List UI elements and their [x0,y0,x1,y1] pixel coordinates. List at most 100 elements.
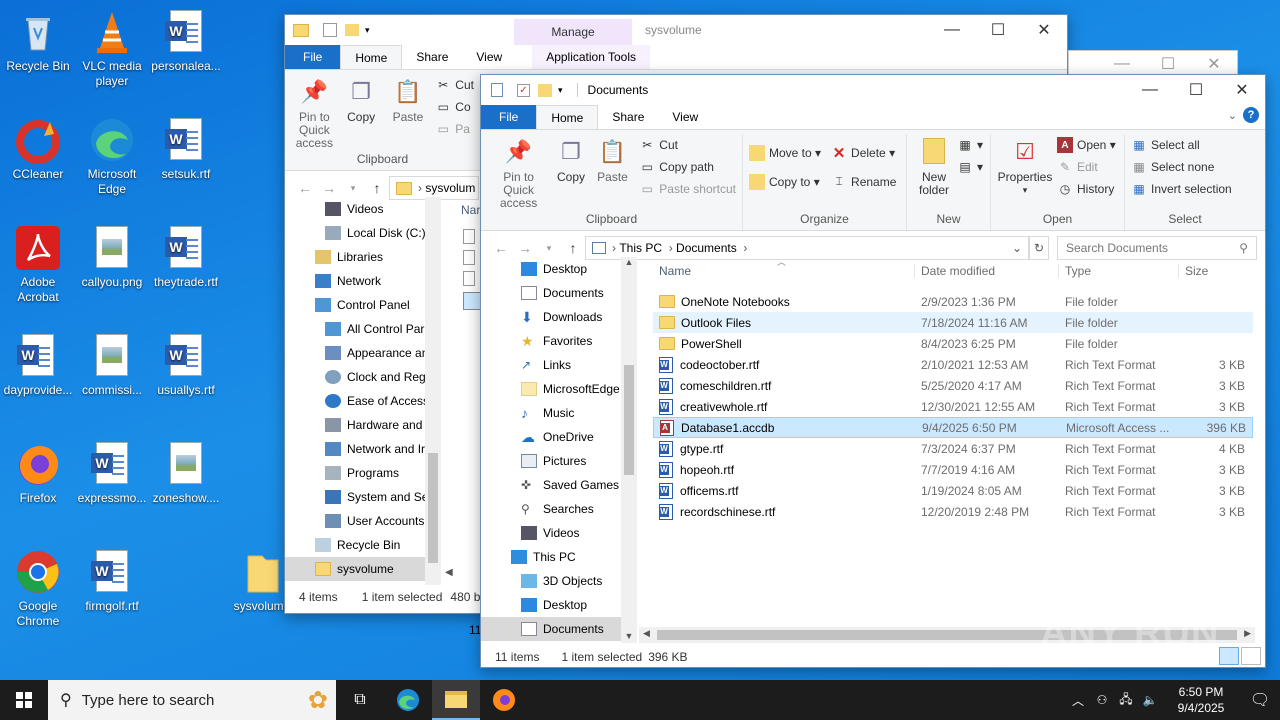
scroll-up-arrow-icon[interactable]: ▲ [621,257,637,267]
nav-item[interactable]: Documents [481,281,637,305]
nav-item[interactable]: System and Se [285,485,441,509]
copy-path-button[interactable]: ▭ Copy path [639,156,736,178]
close-button[interactable]: ✕ [1219,75,1265,105]
desktop-icon-edge[interactable]: Microsoft Edge [74,116,150,197]
nav-item[interactable]: Recycle Bin [285,533,441,557]
desktop-icon-chrome[interactable]: Google Chrome [0,548,76,629]
nav-item[interactable]: MicrosoftEdge [481,377,637,401]
new-item-button[interactable]: ▦ ▾ [957,134,983,156]
nav-item[interactable]: Hardware and [285,413,441,437]
taskbar-firefox[interactable] [480,680,528,720]
table-row[interactable]: creativewhole.rtf 12/30/2021 12:55 AM Rich… [653,396,1253,417]
address-dropdown-icon[interactable]: ⌄ [1012,241,1022,255]
volume-icon[interactable]: 🔈 [1138,693,1162,707]
desktop-icon-ccleaner[interactable]: CCleaner [0,116,76,182]
rename-button[interactable]: ⌶ Rename [831,167,896,196]
nav-item[interactable]: ⬇ Downloads [481,305,637,329]
nav-item[interactable]: ⚲ Searches [481,497,637,521]
desktop-icon-usuallys[interactable]: W usuallys.rtf [148,332,224,398]
nav-item[interactable]: Network and Ir [285,437,441,461]
nav-item[interactable]: Desktop [481,257,637,281]
new-folder-quick-icon[interactable] [345,24,359,36]
minimize-button[interactable]: — [1127,75,1173,105]
table-row[interactable]: PowerShell 8/4/2023 6:25 PM File folder [653,333,1253,354]
cut-button[interactable]: ✂ Cut [435,74,474,96]
select-all-button[interactable]: ▦ Select all [1131,134,1239,156]
desktop-icon-personalea[interactable]: W personalea... [148,8,224,74]
nav-item[interactable]: ☁ OneDrive [481,425,637,449]
table-row-selected[interactable]: Database1.accdb 9/4/2025 6:50 PM Microsoft… [653,417,1253,438]
table-row[interactable]: gtype.rtf 7/3/2024 6:37 PM Rich Text Forma… [653,438,1253,459]
desktop-icon-acrobat[interactable]: Adobe Acrobat [0,224,76,305]
nav-item[interactable]: 3D Objects [481,569,637,593]
nav-scrollbar[interactable]: ▲ ▼ [621,257,637,643]
checklist-quick-icon[interactable]: ✓ [517,83,530,97]
tab-view[interactable]: View [658,105,712,129]
network-status-icon[interactable]: ⚇ [1090,693,1114,707]
forward-arrow-icon[interactable]: → [513,240,537,256]
tab-file[interactable]: File [285,45,341,69]
move-to-button[interactable]: Move to ▾ [749,138,821,167]
edit-button[interactable]: ✎ Edit [1057,156,1116,178]
scroll-right-arrow-icon[interactable]: ▶ [1244,628,1251,639]
open-button[interactable]: A Open ▾ [1057,134,1116,156]
minimize-button[interactable]: — [929,15,975,45]
table-row[interactable]: OneNote Notebooks 2/9/2023 1:36 PM File fo… [653,291,1253,312]
tab-view[interactable]: View [462,45,516,69]
tab-share[interactable]: Share [598,105,658,129]
properties-quick-icon[interactable] [491,83,503,97]
column-header-date[interactable]: Date modified [915,264,1059,278]
nav-item[interactable]: Appearance an [285,341,441,365]
column-header-size[interactable]: Size [1179,264,1251,278]
details-view-button[interactable] [1219,647,1239,665]
copy-path-button[interactable]: ▭ Co [435,96,474,118]
tab-application-tools[interactable]: Application Tools [532,45,651,69]
new-folder-quick-icon[interactable] [538,83,552,97]
help-icon[interactable]: ? [1243,107,1259,123]
tab-file[interactable]: File [481,105,537,129]
taskbar-search-box[interactable]: ⚲ Type here to search ✿ [48,680,336,720]
maximize-button[interactable]: ☐ [975,15,1021,45]
properties-quick-icon[interactable] [323,23,337,37]
nav-item[interactable]: Videos [481,521,637,545]
nav-item-selected[interactable]: Documents [481,617,637,641]
desktop-icon-zoneshow[interactable]: zoneshow.... [148,440,224,506]
maximize-button[interactable]: ☐ [1173,75,1219,105]
qat-dropdown-icon[interactable]: ▾ [365,25,370,36]
desktop-icon-commissi[interactable]: commissi... [74,332,150,398]
up-arrow-icon[interactable]: ↑ [561,240,585,256]
nav-item[interactable]: ✜ Saved Games [481,473,637,497]
column-header-name[interactable]: Nar [461,203,480,217]
large-icons-view-button[interactable] [1241,647,1261,665]
scroll-down-arrow-icon[interactable]: ▼ [621,631,637,641]
column-header-type[interactable]: Type [1059,264,1179,278]
desktop-icon-vlc[interactable]: VLC media player [74,8,150,89]
back-arrow-icon[interactable]: ← [489,240,513,256]
manage-context-tab[interactable]: Manage [514,19,632,45]
nav-item[interactable]: ★ Favorites [481,329,637,353]
nav-item[interactable]: Control Panel [285,293,441,317]
nav-item-selected[interactable]: sysvolume [285,557,441,581]
nav-item[interactable]: All Control Par [285,317,441,341]
invert-selection-button[interactable]: ▦ Invert selection [1131,178,1239,200]
table-row[interactable]: recordschinese.rtf 12/20/2019 2:48 PM Rich… [653,501,1253,522]
nav-item[interactable]: Desktop [481,593,637,617]
forward-arrow-icon[interactable]: → [317,180,341,196]
desktop-icon-firefox[interactable]: Firefox [0,440,76,506]
nav-item[interactable]: Libraries [285,245,441,269]
table-row[interactable]: Outlook Files 7/18/2024 11:16 AM File fold… [653,312,1253,333]
nav-item[interactable]: Videos [285,197,441,221]
cut-button[interactable]: ✂ Cut [639,134,736,156]
paste-shortcut-button[interactable]: ▭ Paste shortcut [639,178,736,200]
nav-item[interactable]: Programs [285,461,441,485]
nav-item[interactable]: ♪ Music [481,401,637,425]
desktop-icon-expressmo[interactable]: W expressmo... [74,440,150,506]
qat-dropdown-icon[interactable]: ▾ [558,85,563,96]
select-none-button[interactable]: ▦ Select none [1131,156,1239,178]
desktop-icon-setsuk[interactable]: W setsuk.rtf [148,116,224,182]
taskbar-edge[interactable] [384,680,432,720]
copy-to-button[interactable]: Copy to ▾ [749,167,821,196]
desktop-icon-callyou[interactable]: callyou.png [74,224,150,290]
nav-item[interactable]: This PC [481,545,637,569]
paste-shortcut-button[interactable]: ▭ Pa [435,118,474,140]
